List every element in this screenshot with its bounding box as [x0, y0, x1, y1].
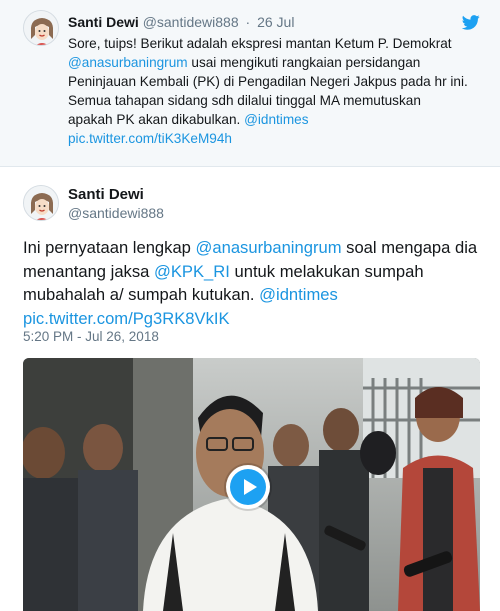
play-icon — [230, 469, 266, 505]
tweet-text-fragment: usai mengikuti rangkaian persidangan — [187, 55, 421, 70]
tweet-timestamp[interactable]: 5:20 PM - Jul 26, 2018 — [23, 329, 159, 344]
avatar[interactable] — [23, 10, 59, 46]
separator: · — [245, 14, 251, 30]
quoted-tweet-header: Santi Dewi @santidewi888 · 26 Jul — [68, 14, 294, 30]
tweet-text-fragment: Ini pernyataan lengkap — [23, 238, 196, 257]
tweet-text-line: menantang jaksa @KPK_RI untuk melakukan … — [23, 260, 483, 284]
pic-link[interactable]: pic.twitter.com/Pg3RK8VkIK — [23, 307, 483, 331]
author-handle[interactable]: @santidewi888 — [68, 205, 164, 221]
quoted-tweet[interactable]: Santi Dewi @santidewi888 · 26 Jul Sore, … — [0, 0, 500, 167]
tweet-text-line: apakah PK akan dikabulkan. @idntimes — [68, 110, 488, 129]
tweet-text-line: Sore, tuips! Berikut adalah ekspresi man… — [68, 36, 452, 51]
avatar-cartoon-icon — [24, 186, 58, 220]
tweet-text-line: @anasurbaningrum usai mengikuti rangkaia… — [68, 53, 488, 72]
author-name[interactable]: Santi Dewi — [68, 186, 144, 203]
mention-link[interactable]: @anasurbaningrum — [196, 238, 342, 257]
tweet-text-line: mubahalah a/ sumpah kutukan. @idntimes — [23, 283, 483, 307]
tweet-text-fragment: apakah PK akan dikabulkan. — [68, 112, 245, 127]
author-name[interactable]: Santi Dewi — [68, 14, 139, 30]
author-handle[interactable]: @santidewi888 — [143, 14, 239, 30]
mention-link[interactable]: @anasurbaningrum — [68, 55, 188, 70]
tweet-text-line: Ini pernyataan lengkap @anasurbaningrum … — [23, 236, 483, 260]
mention-link[interactable]: @idntimes — [259, 285, 338, 304]
tweet-text-fragment: untuk melakukan sumpah — [229, 261, 424, 281]
tweet-text: Ini pernyataan lengkap @anasurbaningrum … — [23, 236, 483, 330]
mention-link[interactable]: @KPK_RI — [154, 262, 230, 281]
quoted-tweet-text: Sore, tuips! Berikut adalah ekspresi man… — [68, 34, 488, 148]
tweet-date[interactable]: 26 Jul — [257, 14, 294, 30]
tweet-text-fragment: menantang jaksa — [23, 261, 154, 281]
play-triangle — [244, 479, 257, 495]
play-button[interactable] — [226, 465, 270, 509]
twitter-bird-icon[interactable] — [462, 15, 480, 30]
mention-link[interactable]: @idntimes — [244, 112, 308, 127]
tweet-text-fragment: mubahalah a/ sumpah kutukan. — [23, 285, 260, 304]
avatar-cartoon-icon — [24, 11, 58, 45]
pic-link[interactable]: pic.twitter.com/tiK3KeM94h — [68, 129, 488, 148]
avatar[interactable] — [23, 185, 59, 221]
tweet-text-fragment: soal mengapa dia — [341, 238, 478, 257]
tweet-text-line: Semua tahapan sidang sdh dilalui tinggal… — [68, 93, 421, 108]
tweet-text-line: Peninjauan Kembali (PK) di Pengadilan Ne… — [68, 74, 468, 89]
